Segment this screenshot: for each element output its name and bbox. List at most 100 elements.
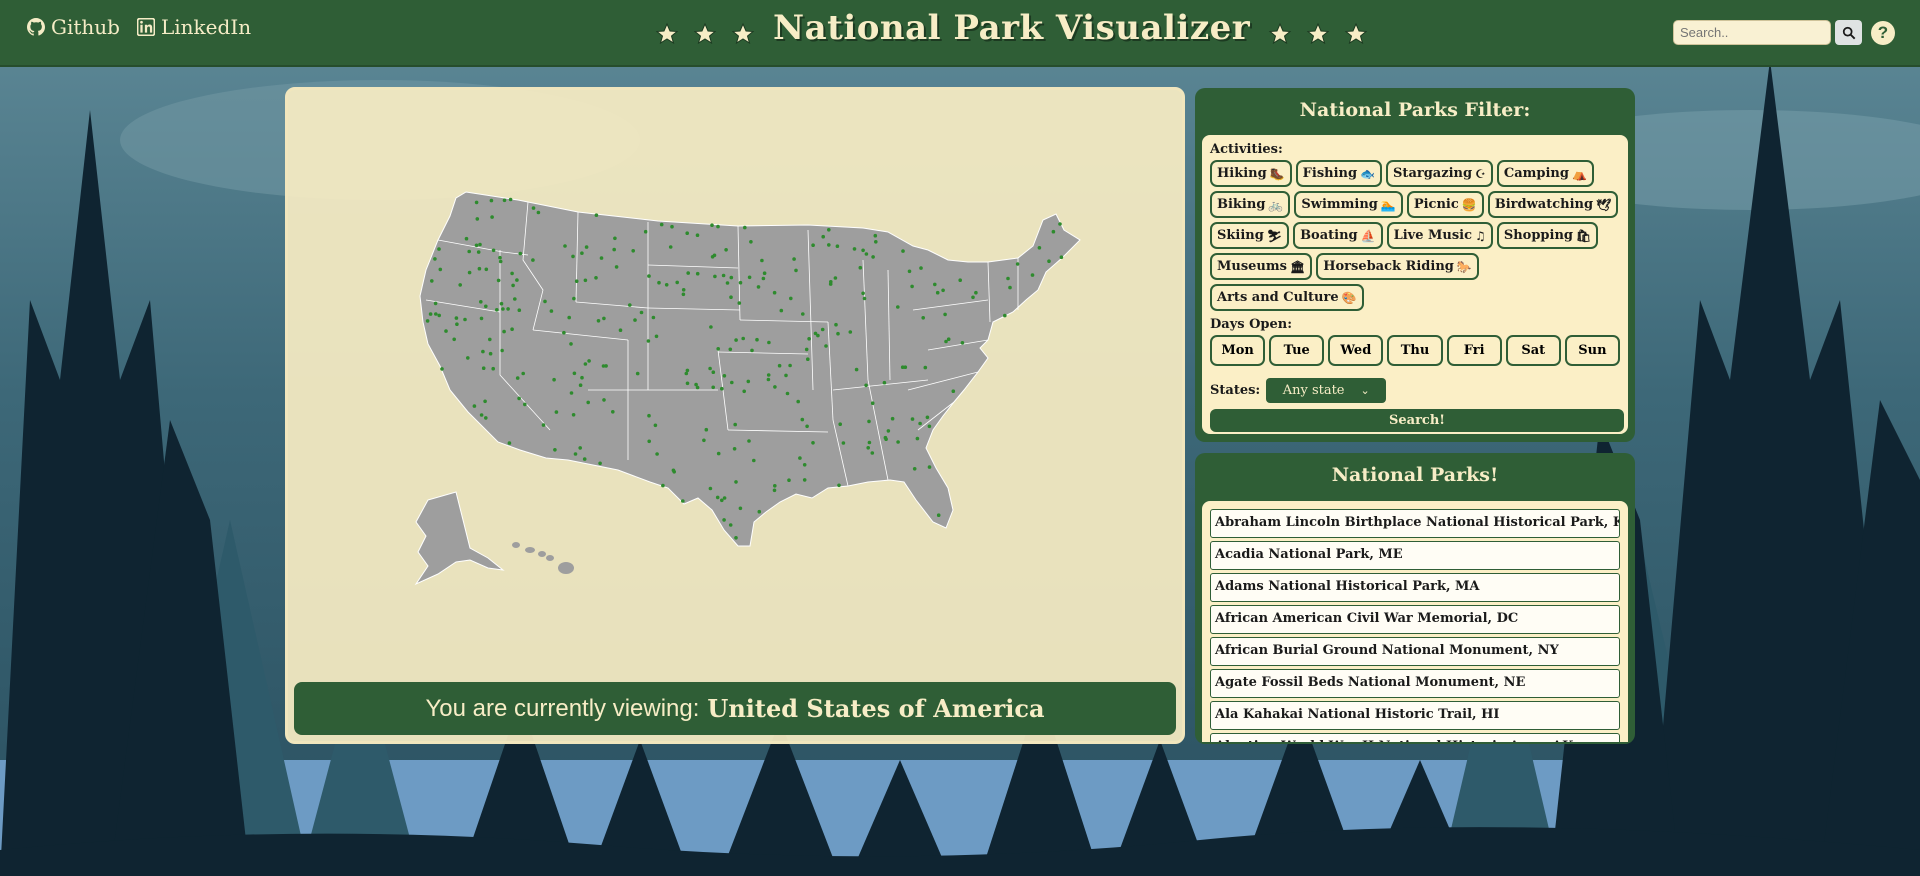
park-marker[interactable] xyxy=(704,427,709,432)
park-marker[interactable] xyxy=(488,337,492,342)
park-marker[interactable] xyxy=(737,301,742,305)
park-marker[interactable] xyxy=(1051,229,1056,234)
park-marker[interactable] xyxy=(936,513,941,517)
park-marker[interactable] xyxy=(722,374,727,378)
activity-chip-shopping[interactable]: Shopping 🛍 xyxy=(1496,222,1599,249)
alaska-shape[interactable] xyxy=(414,491,505,586)
park-marker[interactable] xyxy=(664,283,669,287)
park-marker[interactable] xyxy=(800,417,805,422)
park-marker[interactable] xyxy=(927,424,932,429)
park-marker[interactable] xyxy=(478,242,482,247)
park-marker[interactable] xyxy=(919,266,923,270)
park-marker[interactable] xyxy=(681,292,686,297)
park-marker[interactable] xyxy=(1008,285,1012,290)
park-marker[interactable] xyxy=(757,509,762,514)
park-marker[interactable] xyxy=(657,280,661,285)
park-marker[interactable] xyxy=(871,255,875,259)
park-marker[interactable] xyxy=(496,278,501,283)
park-marker[interactable] xyxy=(695,233,700,237)
park-marker[interactable] xyxy=(618,328,623,332)
park-marker[interactable] xyxy=(684,371,689,376)
activity-chip-stargazing[interactable]: Stargazing ☪ xyxy=(1386,160,1493,187)
activity-chip-birdwatching[interactable]: Birdwatching 🕊 xyxy=(1487,191,1619,218)
park-marker[interactable] xyxy=(742,389,746,394)
search-input[interactable] xyxy=(1673,20,1831,45)
park-marker[interactable] xyxy=(476,250,481,254)
day-button-wed[interactable]: Wed xyxy=(1328,335,1384,366)
park-marker[interactable] xyxy=(861,248,865,253)
park-marker[interactable] xyxy=(921,316,925,320)
park-marker[interactable] xyxy=(749,240,753,244)
park-marker[interactable] xyxy=(598,461,602,466)
park-marker[interactable] xyxy=(741,336,745,341)
park-marker[interactable] xyxy=(646,339,651,343)
park-marker[interactable] xyxy=(543,299,547,304)
park-list-item[interactable]: Aleutian World War II National Historic … xyxy=(1210,733,1620,742)
park-marker[interactable] xyxy=(1003,313,1007,318)
park-marker[interactable] xyxy=(925,415,930,420)
park-marker[interactable] xyxy=(467,270,472,275)
park-marker[interactable] xyxy=(708,486,713,491)
park-marker[interactable] xyxy=(838,422,842,427)
park-marker[interactable] xyxy=(743,225,747,230)
park-marker[interactable] xyxy=(454,316,459,320)
park-list-item[interactable]: Abraham Lincoln Birthplace National Hist… xyxy=(1210,509,1620,538)
park-marker[interactable] xyxy=(858,265,863,270)
park-marker[interactable] xyxy=(734,338,738,342)
park-marker[interactable] xyxy=(513,297,517,301)
park-marker[interactable] xyxy=(508,197,513,202)
park-marker[interactable] xyxy=(536,210,541,215)
park-marker[interactable] xyxy=(440,367,444,371)
park-marker[interactable] xyxy=(933,282,937,287)
park-marker[interactable] xyxy=(479,300,483,304)
park-marker[interactable] xyxy=(951,389,956,394)
park-marker[interactable] xyxy=(498,259,503,264)
park-marker[interactable] xyxy=(573,452,578,456)
park-marker[interactable] xyxy=(511,283,515,288)
park-marker[interactable] xyxy=(833,276,838,280)
park-marker[interactable] xyxy=(702,438,706,443)
park-marker[interactable] xyxy=(1037,246,1042,250)
park-marker[interactable] xyxy=(521,371,525,376)
park-marker[interactable] xyxy=(567,315,571,320)
park-marker[interactable] xyxy=(971,295,975,300)
park-marker[interactable] xyxy=(716,347,720,351)
park-marker[interactable] xyxy=(807,337,811,341)
park-marker[interactable] xyxy=(685,231,689,235)
park-marker[interactable] xyxy=(730,380,734,385)
park-marker[interactable] xyxy=(681,499,685,503)
park-marker[interactable] xyxy=(927,465,932,469)
park-marker[interactable] xyxy=(430,279,434,283)
park-marker[interactable] xyxy=(569,342,573,346)
park-marker[interactable] xyxy=(580,375,584,380)
park-marker[interactable] xyxy=(515,376,520,380)
park-marker[interactable] xyxy=(828,282,833,286)
park-marker[interactable] xyxy=(890,416,895,421)
activity-chip-fishing[interactable]: Fishing 🐟 xyxy=(1295,160,1383,187)
park-marker[interactable] xyxy=(438,267,443,272)
park-marker[interactable] xyxy=(458,283,462,287)
contiguous-us-shape[interactable] xyxy=(419,191,1081,547)
park-marker[interactable] xyxy=(643,229,648,234)
park-marker[interactable] xyxy=(901,249,905,253)
park-marker[interactable] xyxy=(804,347,809,352)
park-marker[interactable] xyxy=(572,296,576,301)
park-marker[interactable] xyxy=(773,385,777,389)
park-marker[interactable] xyxy=(612,247,616,252)
park-marker[interactable] xyxy=(685,381,690,386)
park-marker[interactable] xyxy=(437,313,441,318)
park-marker[interactable] xyxy=(425,319,430,323)
park-marker[interactable] xyxy=(773,484,777,488)
park-marker[interactable] xyxy=(722,518,726,522)
park-marker[interactable] xyxy=(574,279,579,283)
park-marker[interactable] xyxy=(554,410,559,414)
park-marker[interactable] xyxy=(477,266,482,271)
park-marker[interactable] xyxy=(923,365,928,370)
park-marker[interactable] xyxy=(614,265,619,269)
park-marker[interactable] xyxy=(721,273,726,278)
park-marker[interactable] xyxy=(944,339,948,344)
park-marker[interactable] xyxy=(671,468,676,473)
park-marker[interactable] xyxy=(500,348,504,353)
park-marker[interactable] xyxy=(515,278,519,282)
park-marker[interactable] xyxy=(958,278,962,282)
